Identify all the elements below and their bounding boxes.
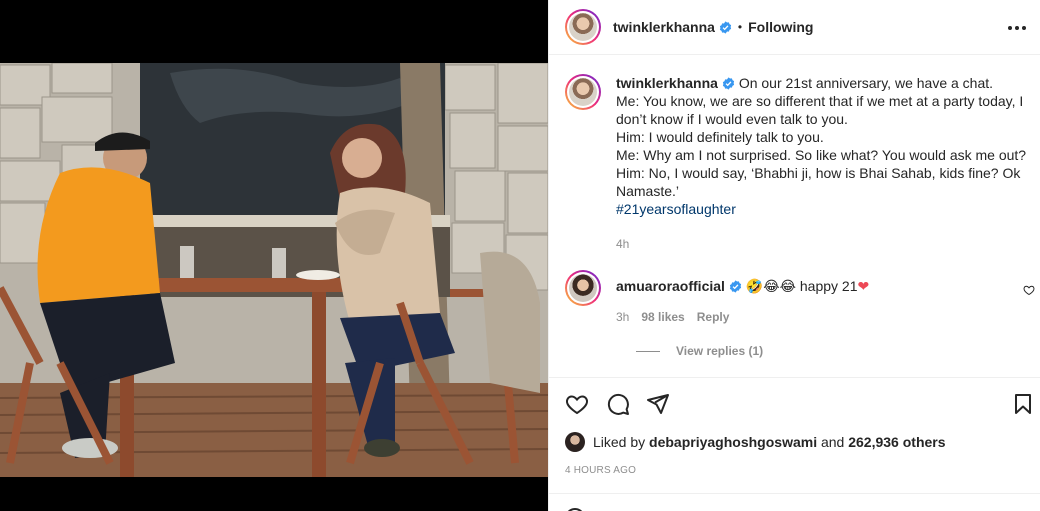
post-header: twinklerkhanna • Following bbox=[549, 0, 1040, 55]
verified-badge-icon bbox=[729, 280, 742, 293]
add-comment-bar bbox=[549, 493, 1040, 511]
caption-line: Me: You know, we are so different that i… bbox=[616, 93, 1024, 127]
caption-line: Him: No, I would say, ‘Bhabhi ji, how is… bbox=[616, 165, 1021, 199]
comment-item: amuaroraofficial 🤣😂😂 happy 21❤ 3h 98 lik… bbox=[565, 270, 1035, 358]
comment-text: happy 21 bbox=[799, 278, 858, 294]
author-avatar[interactable] bbox=[565, 9, 601, 45]
media-pane bbox=[0, 0, 548, 511]
likes-summary: Liked by debapriyaghoshgoswami and 262,9… bbox=[565, 432, 946, 452]
view-replies-label: View replies (1) bbox=[676, 344, 764, 358]
post-caption: twinklerkhanna On our 21st anniversary, … bbox=[565, 74, 1035, 218]
post-details-panel: twinklerkhanna • Following twinklerkhann… bbox=[548, 0, 1040, 511]
caption-line: Him: I would definitely talk to you. bbox=[616, 129, 824, 145]
likes-others-count[interactable]: 262,936 others bbox=[848, 434, 945, 450]
caption-username[interactable]: twinklerkhanna bbox=[616, 75, 718, 91]
commenter-username[interactable]: amuaroraofficial bbox=[616, 278, 725, 294]
author-username[interactable]: twinklerkhanna bbox=[613, 19, 715, 35]
post-actions-bar bbox=[549, 377, 1040, 429]
caption-hashtag[interactable]: #21yearsoflaughter bbox=[616, 200, 1035, 218]
caption-line: Me: Why am I not surprised. So like what… bbox=[616, 147, 1027, 163]
liker-avatar[interactable] bbox=[565, 432, 585, 452]
caption-timestamp[interactable]: 4h bbox=[616, 237, 629, 251]
comment-likes-count[interactable]: 98 likes bbox=[641, 310, 684, 324]
commenter-avatar[interactable] bbox=[565, 270, 601, 306]
following-button[interactable]: Following bbox=[748, 19, 813, 35]
post-photo[interactable] bbox=[0, 63, 548, 477]
likes-connector: and bbox=[820, 434, 845, 450]
bookmark-icon[interactable] bbox=[1011, 392, 1035, 416]
comment-heart-emoji: ❤ bbox=[857, 278, 870, 294]
comment-like-heart-icon[interactable] bbox=[1023, 284, 1035, 296]
reply-button[interactable]: Reply bbox=[697, 310, 730, 324]
view-replies-button[interactable]: View replies (1) bbox=[636, 344, 763, 358]
comment-timestamp[interactable]: 3h bbox=[616, 310, 629, 324]
replies-divider-line bbox=[636, 350, 660, 352]
comment-meta: 3h 98 likes Reply bbox=[616, 310, 729, 324]
likes-prefix: Liked by bbox=[593, 434, 646, 450]
header-separator: • bbox=[737, 20, 743, 34]
more-horizontal-icon[interactable] bbox=[1005, 16, 1029, 40]
liker-username[interactable]: debapriyaghoshgoswami bbox=[649, 434, 817, 450]
comment-bubble-icon[interactable] bbox=[606, 392, 630, 416]
caption-line: On our 21st anniversary, we have a chat. bbox=[738, 75, 994, 91]
heart-outline-icon[interactable] bbox=[565, 392, 589, 416]
comment-emojis: 🤣😂😂 bbox=[745, 278, 796, 294]
post-age[interactable]: 4 HOURS AGO bbox=[565, 465, 636, 476]
verified-badge-icon bbox=[722, 77, 735, 90]
paper-plane-icon[interactable] bbox=[646, 392, 670, 416]
verified-badge-icon bbox=[719, 20, 732, 34]
caption-author-avatar[interactable] bbox=[565, 74, 601, 110]
